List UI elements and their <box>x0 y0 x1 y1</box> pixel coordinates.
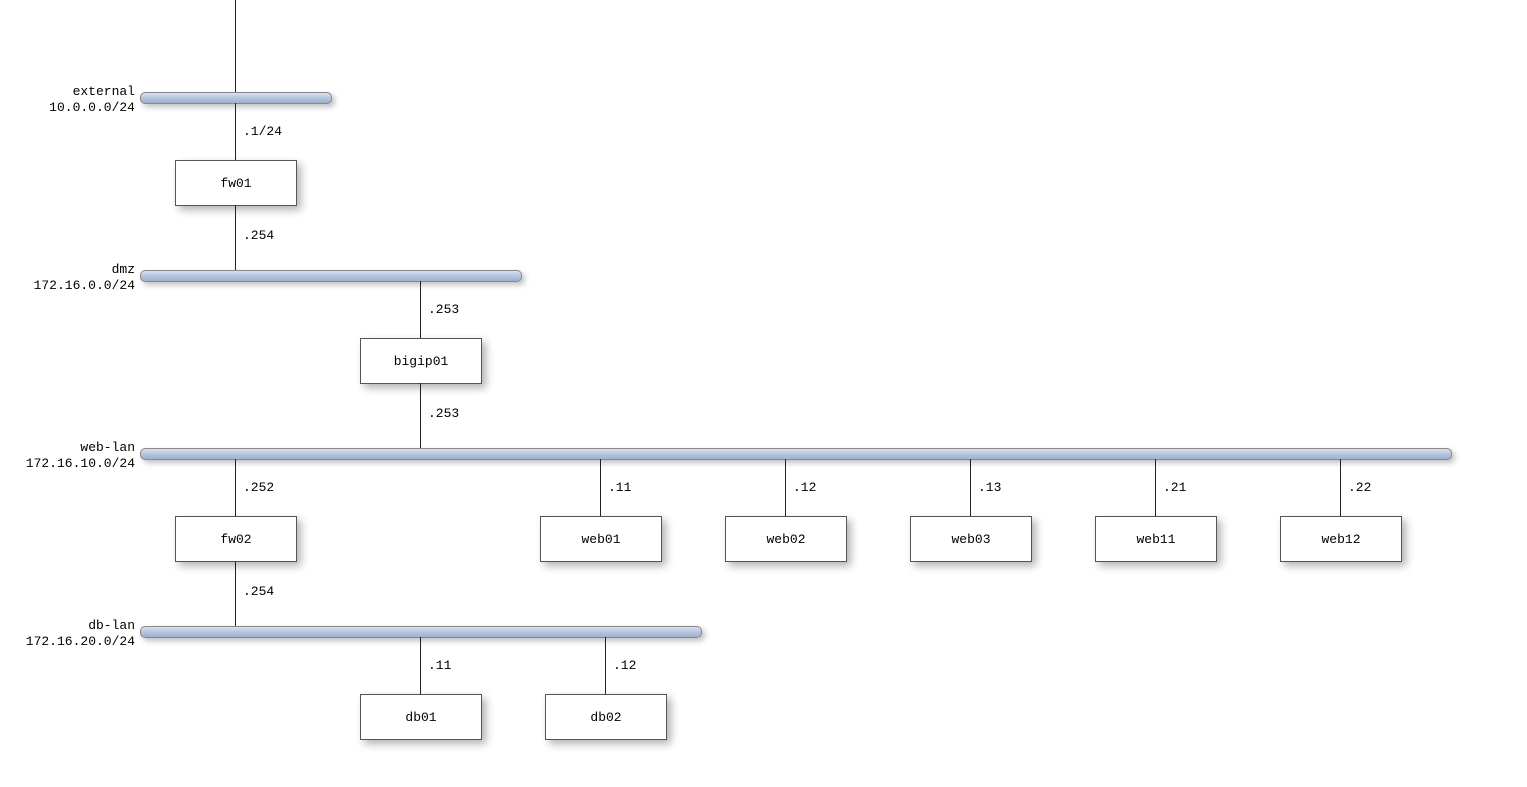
bus-dmz-ip: 172.16.0.0/24 <box>30 278 135 294</box>
line-web-web02 <box>785 459 786 516</box>
line-web-web11 <box>1155 459 1156 516</box>
node-bigip01-label: bigip01 <box>394 354 449 369</box>
ip-web11: .21 <box>1163 480 1186 495</box>
ip-web12: .22 <box>1348 480 1371 495</box>
bus-dblan-label: db-lan 172.16.20.0/24 <box>20 618 135 649</box>
ip-web02: .12 <box>793 480 816 495</box>
line-web-web12 <box>1340 459 1341 516</box>
node-web11-label: web11 <box>1136 532 1175 547</box>
ip-web01: .11 <box>608 480 631 495</box>
bus-weblan-ip: 172.16.10.0/24 <box>20 456 135 472</box>
node-web12: web12 <box>1280 516 1402 562</box>
node-web02: web02 <box>725 516 847 562</box>
bus-dblan <box>140 626 702 638</box>
ip-db01: .11 <box>428 658 451 673</box>
bus-external-label: external 10.0.0.0/24 <box>30 84 135 115</box>
ip-fw02-web: .252 <box>243 480 274 495</box>
node-web01-label: web01 <box>581 532 620 547</box>
bus-weblan-label: web-lan 172.16.10.0/24 <box>20 440 135 471</box>
ip-db02: .12 <box>613 658 636 673</box>
ip-fw01-dmz: .254 <box>243 228 274 243</box>
line-db-db02 <box>605 637 606 694</box>
node-db02-label: db02 <box>590 710 621 725</box>
node-web02-label: web02 <box>766 532 805 547</box>
node-web11: web11 <box>1095 516 1217 562</box>
ip-fw02-db: .254 <box>243 584 274 599</box>
line-db-db01 <box>420 637 421 694</box>
line-dmz-bigip <box>420 281 421 338</box>
bus-external <box>140 92 332 104</box>
bus-weblan-name: web-lan <box>20 440 135 456</box>
bus-external-name: external <box>30 84 135 100</box>
bus-external-ip: 10.0.0.0/24 <box>30 100 135 116</box>
node-fw02: fw02 <box>175 516 297 562</box>
ip-fw01-ext: .1/24 <box>243 124 282 139</box>
ip-web03: .13 <box>978 480 1001 495</box>
node-db01: db01 <box>360 694 482 740</box>
line-ext-fw01 <box>235 103 236 160</box>
node-fw02-label: fw02 <box>220 532 251 547</box>
line-fw02-db <box>235 561 236 626</box>
node-db02: db02 <box>545 694 667 740</box>
node-bigip01: bigip01 <box>360 338 482 384</box>
bus-dblan-name: db-lan <box>20 618 135 634</box>
bus-weblan <box>140 448 1452 460</box>
ip-bigip-dmz: .253 <box>428 302 459 317</box>
node-web03: web03 <box>910 516 1032 562</box>
bus-dmz <box>140 270 522 282</box>
line-web-web01 <box>600 459 601 516</box>
bus-dmz-name: dmz <box>30 262 135 278</box>
line-web-fw02 <box>235 459 236 516</box>
node-fw01: fw01 <box>175 160 297 206</box>
line-web-web03 <box>970 459 971 516</box>
bus-dblan-ip: 172.16.20.0/24 <box>20 634 135 650</box>
node-db01-label: db01 <box>405 710 436 725</box>
line-top-entry <box>235 0 236 92</box>
bus-dmz-label: dmz 172.16.0.0/24 <box>30 262 135 293</box>
node-fw01-label: fw01 <box>220 176 251 191</box>
ip-bigip-web: .253 <box>428 406 459 421</box>
line-bigip-web <box>420 383 421 448</box>
node-web03-label: web03 <box>951 532 990 547</box>
node-web12-label: web12 <box>1321 532 1360 547</box>
line-fw01-dmz <box>235 205 236 270</box>
node-web01: web01 <box>540 516 662 562</box>
